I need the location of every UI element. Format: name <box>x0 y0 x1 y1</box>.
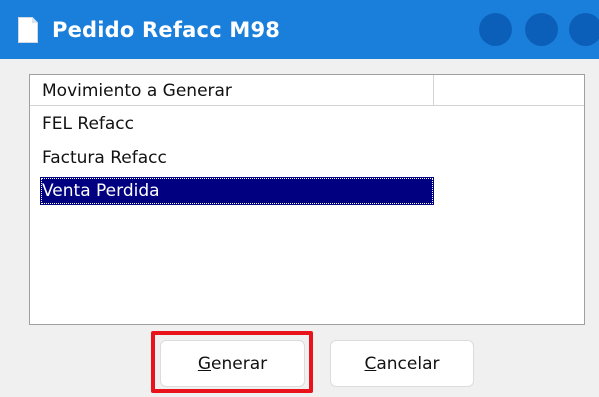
window-title: Pedido Refacc M98 <box>52 18 281 42</box>
list-item-factura-refacc[interactable]: Factura Refacc <box>40 144 434 172</box>
generar-accel-key: G <box>197 353 212 374</box>
window-control-dot-3[interactable] <box>569 13 599 46</box>
generar-button[interactable]: Generar <box>160 340 305 387</box>
movement-list[interactable]: Movimiento a Generar FEL Refacc Factura … <box>29 74 585 325</box>
window-control-dot-1[interactable] <box>479 13 512 46</box>
document-icon <box>18 17 38 43</box>
generar-label-rest: enerar <box>211 353 268 374</box>
list-item-fel-refacc[interactable]: FEL Refacc <box>40 110 434 138</box>
cancelar-accel-key: C <box>364 353 377 374</box>
dialog-window: Pedido Refacc M98 Movimiento a Generar F… <box>0 0 599 397</box>
cancelar-label-rest: ancelar <box>376 353 440 374</box>
window-control-dot-2[interactable] <box>525 13 558 46</box>
list-item-venta-perdida[interactable]: Venta Perdida <box>40 177 434 205</box>
column-header[interactable]: Movimiento a Generar <box>30 75 434 105</box>
list-header-row: Movimiento a Generar <box>30 75 584 106</box>
title-bar[interactable]: Pedido Refacc M98 <box>0 0 599 59</box>
cancelar-button[interactable]: Cancelar <box>330 340 474 387</box>
column-header-label: Movimiento a Generar <box>42 81 232 101</box>
